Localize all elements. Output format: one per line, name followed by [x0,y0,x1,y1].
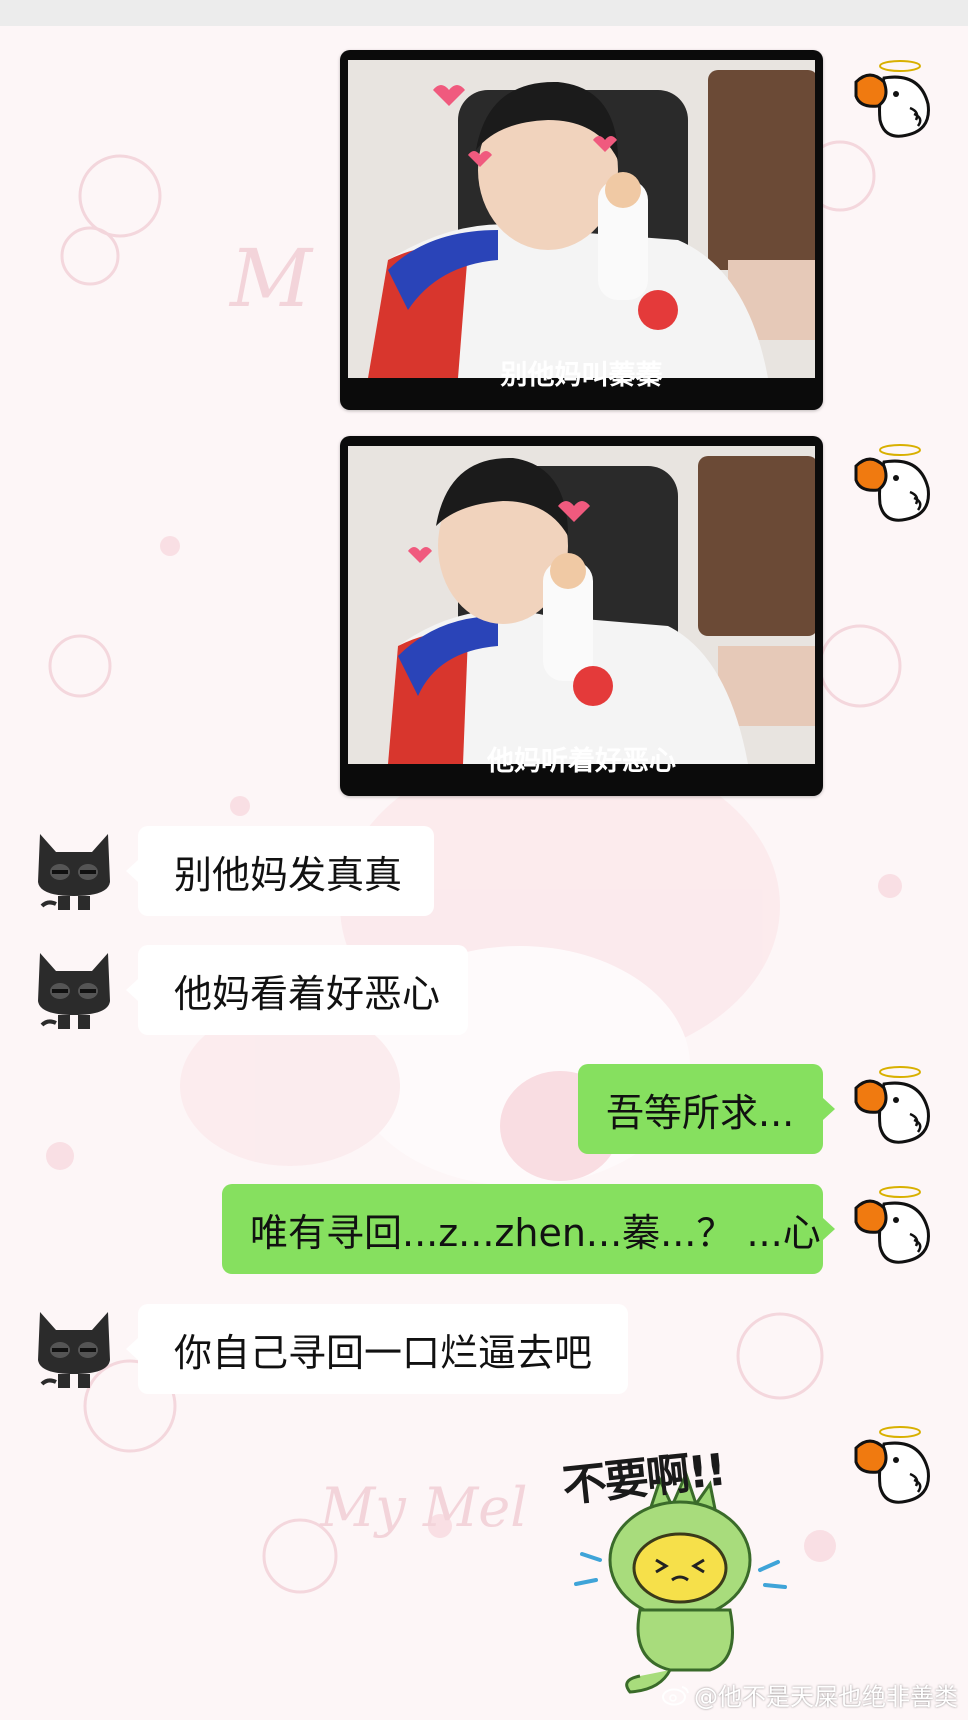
self-avatar[interactable] [850,58,938,146]
duck-with-halo-icon [854,60,930,138]
status-bar [0,0,968,26]
message-text: 别他妈发真真 [174,852,403,897]
other-avatar[interactable] [30,1304,118,1392]
incoming-message[interactable]: 他妈看着好恶心 [126,945,468,1035]
outgoing-message[interactable]: 唯有寻回...z...zhen...蓁...？ ...心 [222,1184,835,1274]
image-caption: 别他妈叫蓁蓁 [500,360,663,391]
other-avatar[interactable] [30,945,118,1033]
image-caption: 他妈听着好恶心 [487,746,676,777]
svg-text:My Mel: My Mel [319,1476,527,1539]
video-still [348,60,815,378]
svg-text:M: M [228,232,314,325]
black-cat-icon [38,834,110,910]
self-avatar[interactable] [850,1064,938,1152]
message-text: 你自己寻回一口烂逼去吧 [174,1330,593,1375]
message-text: 他妈看着好恶心 [174,971,441,1016]
watermark-text: @他不是天屎也绝非善类 [694,1683,958,1711]
message-text: 唯有寻回...z...zhen...蓁...？ ...心 [250,1210,821,1255]
black-cat-icon [38,953,110,1029]
incoming-message[interactable]: 你自己寻回一口烂逼去吧 [126,1304,628,1394]
other-avatar[interactable] [30,826,118,914]
watermark: @他不是天屎也绝非善类 [662,1677,958,1712]
message-text: 吾等所求... [606,1090,795,1135]
duck-with-halo-icon [854,1186,930,1264]
outgoing-message[interactable]: 吾等所求... [578,1064,835,1154]
image-message[interactable]: 别他妈叫蓁蓁 [340,50,823,410]
duck-with-halo-icon [854,444,930,522]
image-message[interactable]: 他妈听着好恶心 [340,436,823,796]
incoming-message[interactable]: 别他妈发真真 [126,826,434,916]
self-avatar[interactable] [850,442,938,530]
video-still [348,446,815,764]
black-cat-icon [38,1312,110,1388]
weibo-icon [662,1685,689,1705]
duck-with-halo-icon [854,1426,930,1504]
self-avatar[interactable] [850,1424,938,1512]
duck-with-halo-icon [854,1066,930,1144]
self-avatar[interactable] [850,1184,938,1272]
